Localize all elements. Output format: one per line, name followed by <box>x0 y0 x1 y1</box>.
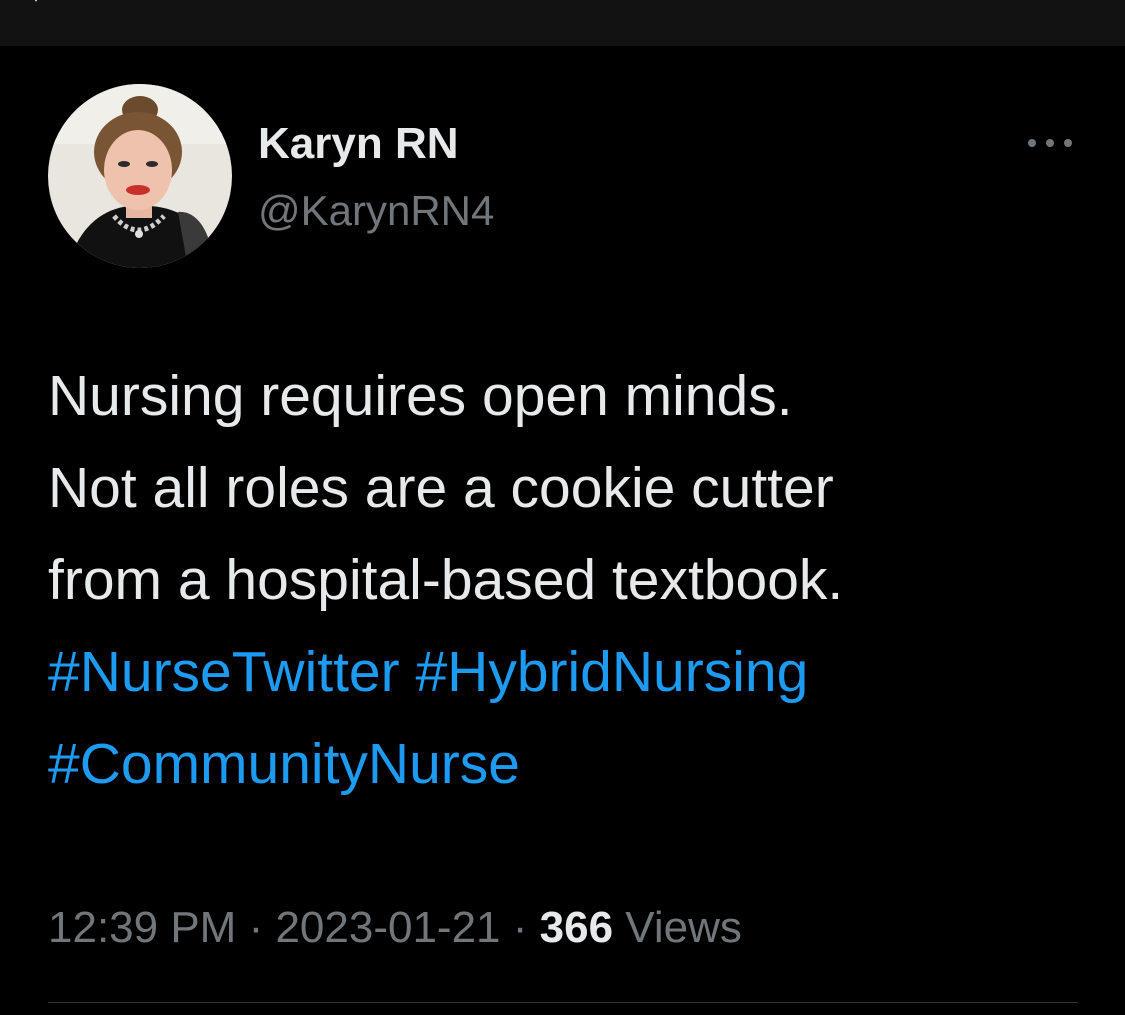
more-dot <box>1028 139 1036 147</box>
tweet-time[interactable]: 12:39 PM <box>48 903 236 952</box>
views-label: Views <box>613 903 742 952</box>
meta-separator: · <box>500 903 540 952</box>
hashtag-link[interactable]: #HybridNursing <box>415 640 808 704</box>
more-dot <box>1046 139 1054 147</box>
author-display-name[interactable]: Karyn RN <box>258 118 459 170</box>
tweet-text-line: Nursing requires open minds. <box>48 364 793 428</box>
views-count[interactable]: 366 <box>540 903 613 952</box>
tweet-text: Nursing requires open minds. Not all rol… <box>48 350 1098 810</box>
avatar[interactable] <box>48 84 232 268</box>
tweet-date[interactable]: 2023-01-21 <box>275 903 500 952</box>
author-handle[interactable]: @KarynRN4 <box>258 186 494 236</box>
tweet-metadata: 12:39 PM · 2023-01-21 · 366 Views <box>48 898 742 958</box>
meta-separator: · <box>236 903 276 952</box>
avatar-photo-icon <box>48 84 232 268</box>
more-options-icon[interactable] <box>1024 128 1076 158</box>
more-dot <box>1064 139 1072 147</box>
hashtag-link[interactable]: #CommunityNurse <box>48 732 520 796</box>
top-navigation-bar <box>0 0 1125 46</box>
hashtag-link[interactable]: #NurseTwitter <box>48 640 400 704</box>
hashtag-line: #NurseTwitter #HybridNursing <box>48 626 1098 718</box>
tweet-text-line: Not all roles are a cookie cutter <box>48 456 834 520</box>
divider <box>48 1002 1078 1003</box>
tweet-text-line: from a hospital-based textbook. <box>48 548 844 612</box>
hashtag-line: #CommunityNurse <box>48 718 1098 810</box>
chevron-left-icon[interactable] <box>30 0 42 2</box>
